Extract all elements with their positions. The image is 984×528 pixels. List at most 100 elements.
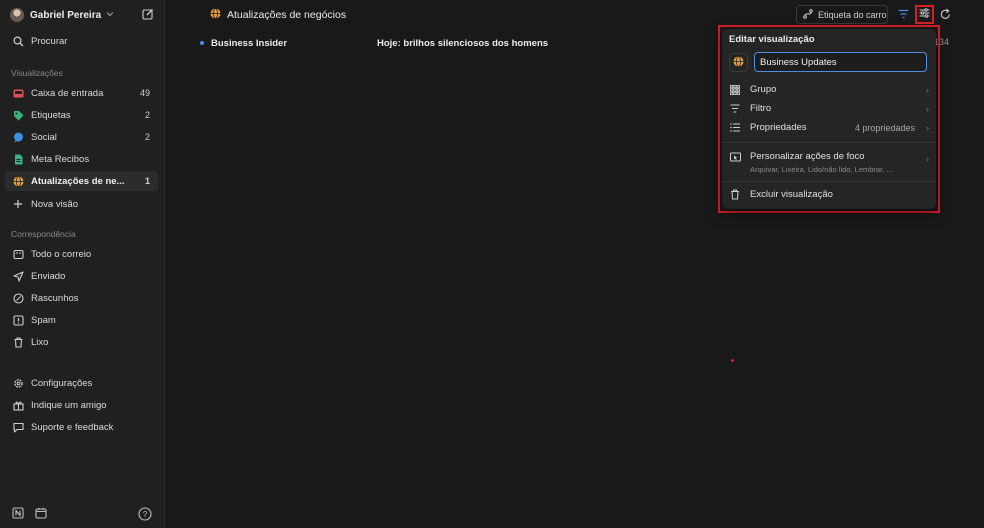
unread-count: 49 bbox=[139, 88, 150, 98]
menu-item-label: Excluir visualização bbox=[750, 189, 833, 200]
inbox-icon bbox=[11, 86, 25, 100]
sidebar-item-spam[interactable]: Spam bbox=[5, 310, 158, 330]
message-sender: Business Insider bbox=[211, 37, 288, 49]
sidebar-item-label: Rascunhos bbox=[31, 292, 79, 304]
trash-icon bbox=[11, 335, 25, 349]
calendar-icon[interactable] bbox=[35, 507, 47, 522]
divider bbox=[722, 181, 936, 182]
globe-icon bbox=[210, 8, 221, 22]
focus-actions-summary: Arquivar, Lixeira, Lido/não lido, Lembra… bbox=[750, 165, 893, 174]
gear-icon bbox=[11, 376, 25, 390]
sidebar-item-inbox[interactable]: Caixa de entrada 49 bbox=[5, 83, 158, 103]
compose-icon[interactable] bbox=[142, 8, 154, 20]
new-view-label: Nova visão bbox=[31, 198, 78, 210]
view-icon-picker[interactable] bbox=[729, 53, 748, 72]
views-section-label: Visualizações bbox=[11, 68, 63, 78]
sidebar-item-label: Configurações bbox=[31, 377, 93, 389]
filter-icon[interactable] bbox=[898, 9, 909, 22]
chat-bubble-icon bbox=[11, 130, 25, 144]
unread-count: 2 bbox=[144, 132, 150, 142]
chevron-right-icon: › bbox=[926, 154, 929, 164]
page-title-text: Atualizações de negócios bbox=[227, 9, 347, 21]
sidebar-item-trash[interactable]: Lixo bbox=[5, 332, 158, 352]
profile-switcher[interactable]: Gabriel Pereira bbox=[10, 6, 158, 24]
page-title: Atualizações de negócios bbox=[210, 8, 346, 22]
trash-icon bbox=[729, 189, 741, 200]
all-mail-icon bbox=[11, 247, 25, 261]
list-icon bbox=[729, 123, 741, 132]
sidebar-item-sent[interactable]: Enviado bbox=[5, 266, 158, 286]
help-icon[interactable]: ? bbox=[138, 507, 152, 524]
plus-icon bbox=[11, 197, 25, 211]
view-settings-button[interactable] bbox=[915, 5, 934, 24]
grid-icon bbox=[729, 84, 741, 95]
menu-item-delete-view[interactable]: Excluir visualização bbox=[729, 186, 929, 203]
unread-dot bbox=[200, 41, 204, 45]
sidebar-item-social[interactable]: Social 2 bbox=[5, 127, 158, 147]
notion-icon[interactable] bbox=[12, 507, 24, 522]
unread-count: 1 bbox=[144, 176, 150, 186]
menu-item-label: Filtro bbox=[750, 103, 772, 114]
gift-icon bbox=[11, 398, 25, 412]
refresh-icon[interactable] bbox=[940, 8, 951, 23]
chevron-down-icon bbox=[106, 10, 114, 20]
car-tag-button[interactable]: Etiqueta do carro bbox=[796, 5, 888, 24]
sidebar-item-meta-receipts[interactable]: Meta Recibos bbox=[5, 149, 158, 169]
menu-item-group[interactable]: Grupo › bbox=[729, 81, 929, 98]
filter-icon bbox=[729, 104, 741, 113]
avatar bbox=[10, 8, 24, 22]
search-icon bbox=[11, 34, 25, 48]
sidebar-item-refer-friend[interactable]: Indique um amigo bbox=[5, 395, 158, 415]
properties-count: 4 propriedades bbox=[854, 122, 915, 133]
sidebar: Gabriel Pereira Procurar Visualizações C… bbox=[0, 0, 165, 528]
search-button[interactable]: Procurar bbox=[5, 31, 158, 51]
sidebar-item-label: Social bbox=[31, 131, 57, 143]
search-label: Procurar bbox=[31, 35, 68, 47]
route-icon bbox=[803, 8, 813, 21]
sidebar-item-labels[interactable]: Etiquetas 2 bbox=[5, 105, 158, 125]
new-view-button[interactable]: Nova visão bbox=[5, 194, 158, 214]
draft-icon bbox=[11, 291, 25, 305]
chevron-right-icon: › bbox=[926, 84, 929, 95]
cursor-window-icon bbox=[729, 152, 741, 162]
sidebar-item-label: Etiquetas bbox=[31, 109, 71, 121]
view-name-input[interactable] bbox=[754, 52, 927, 72]
menu-item-filter[interactable]: Filtro › bbox=[729, 100, 929, 117]
sidebar-item-label: Atualizações de ne... bbox=[31, 175, 125, 187]
sidebar-item-label: Lixo bbox=[31, 336, 49, 348]
message-subject: Hoje: brilhos silenciosos dos homens bbox=[377, 37, 549, 49]
sidebar-item-label: Enviado bbox=[31, 270, 66, 282]
message-icon bbox=[11, 420, 25, 434]
menu-item-label: Grupo bbox=[750, 84, 777, 95]
sidebar-item-label: Todo o correio bbox=[31, 248, 92, 260]
sidebar-item-all-mail[interactable]: Todo o correio bbox=[5, 244, 158, 264]
car-tag-label: Etiqueta do carro bbox=[818, 9, 887, 20]
menu-item-focus-actions[interactable]: Personalizar ações de foco › bbox=[729, 148, 929, 165]
menu-item-properties[interactable]: Propriedades 4 propriedades › bbox=[729, 119, 929, 136]
sidebar-item-label: Suporte e feedback bbox=[31, 421, 114, 433]
edit-view-popup: Editar visualização Grupo › Filtro › Pro… bbox=[722, 29, 936, 209]
sliders-icon bbox=[919, 8, 930, 21]
mail-section-label: Correspondência bbox=[11, 229, 76, 239]
tag-icon bbox=[11, 108, 25, 122]
sidebar-item-support[interactable]: Suporte e feedback bbox=[5, 417, 158, 437]
help-icon-glyph: ? bbox=[143, 510, 148, 519]
globe-icon bbox=[11, 174, 25, 188]
chevron-right-icon: › bbox=[926, 103, 929, 114]
sidebar-item-label: Spam bbox=[31, 314, 56, 326]
sidebar-item-label: Caixa de entrada bbox=[31, 87, 104, 99]
send-icon bbox=[11, 269, 25, 283]
divider bbox=[722, 142, 936, 143]
popup-title: Editar visualização bbox=[729, 34, 815, 45]
unread-count: 2 bbox=[144, 110, 150, 120]
cursor-marker bbox=[731, 359, 734, 362]
sidebar-item-drafts[interactable]: Rascunhos bbox=[5, 288, 158, 308]
spam-icon bbox=[11, 313, 25, 327]
sidebar-item-label: Meta Recibos bbox=[31, 153, 90, 165]
sidebar-item-settings[interactable]: Configurações bbox=[5, 373, 158, 393]
sidebar-item-label: Indique um amigo bbox=[31, 399, 107, 411]
receipt-icon bbox=[11, 152, 25, 166]
profile-name: Gabriel Pereira bbox=[30, 9, 102, 21]
sidebar-item-business-updates[interactable]: Atualizações de ne... 1 bbox=[5, 171, 158, 191]
menu-item-label: Propriedades bbox=[750, 122, 807, 133]
